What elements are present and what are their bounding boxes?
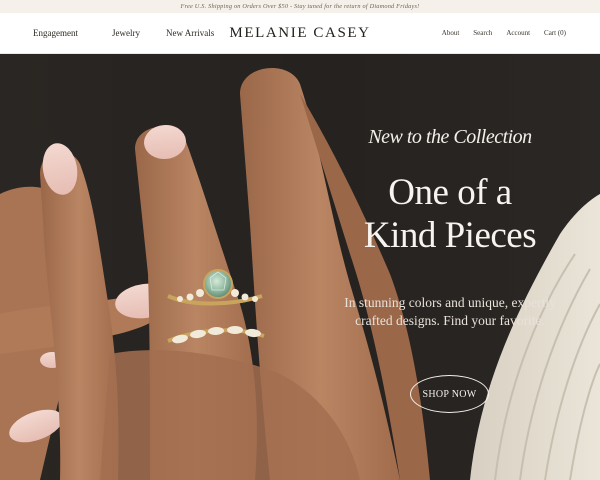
hero-kicker: New to the Collection <box>368 126 532 148</box>
headline-line-1: One of a <box>388 172 512 213</box>
nav-jewelry[interactable]: Jewelry <box>112 28 140 38</box>
logo-text[interactable]: MELANIE CASEY <box>229 25 370 42</box>
hero-banner: New to the Collection One of a Kind Piec… <box>0 54 600 480</box>
nav-new-arrivals[interactable]: New Arrivals <box>166 28 214 38</box>
announcement-text: Free U.S. Shipping on Orders Over $50 - … <box>180 3 420 10</box>
announcement-bar: Free U.S. Shipping on Orders Over $50 - … <box>0 0 600 13</box>
nav-search[interactable]: Search <box>473 29 492 37</box>
nav-cart[interactable]: Cart (0) <box>544 29 566 37</box>
subcopy-line-2: crafted designs. Find your favorite. <box>355 313 545 329</box>
site-header: Engagement Jewelry New Arrivals MELANIE … <box>0 13 600 54</box>
primary-nav: Engagement Jewelry New Arrivals <box>33 13 214 53</box>
nav-about[interactable]: About <box>442 29 460 37</box>
shop-now-label: SHOP NOW <box>422 388 477 400</box>
nav-account[interactable]: Account <box>506 29 530 37</box>
nav-engagement[interactable]: Engagement <box>33 28 78 38</box>
utility-nav: About Search Account Cart (0) <box>442 13 566 53</box>
hero-image <box>0 68 600 480</box>
hero-headline: One of a Kind Pieces <box>330 172 570 258</box>
headline-line-2: Kind Pieces <box>363 214 537 256</box>
shop-now-button[interactable]: SHOP NOW <box>410 375 489 413</box>
hero-subcopy: In stunning colors and unique, expertly … <box>330 294 570 330</box>
subcopy-line-1: In stunning colors and unique, expertly <box>344 295 556 310</box>
